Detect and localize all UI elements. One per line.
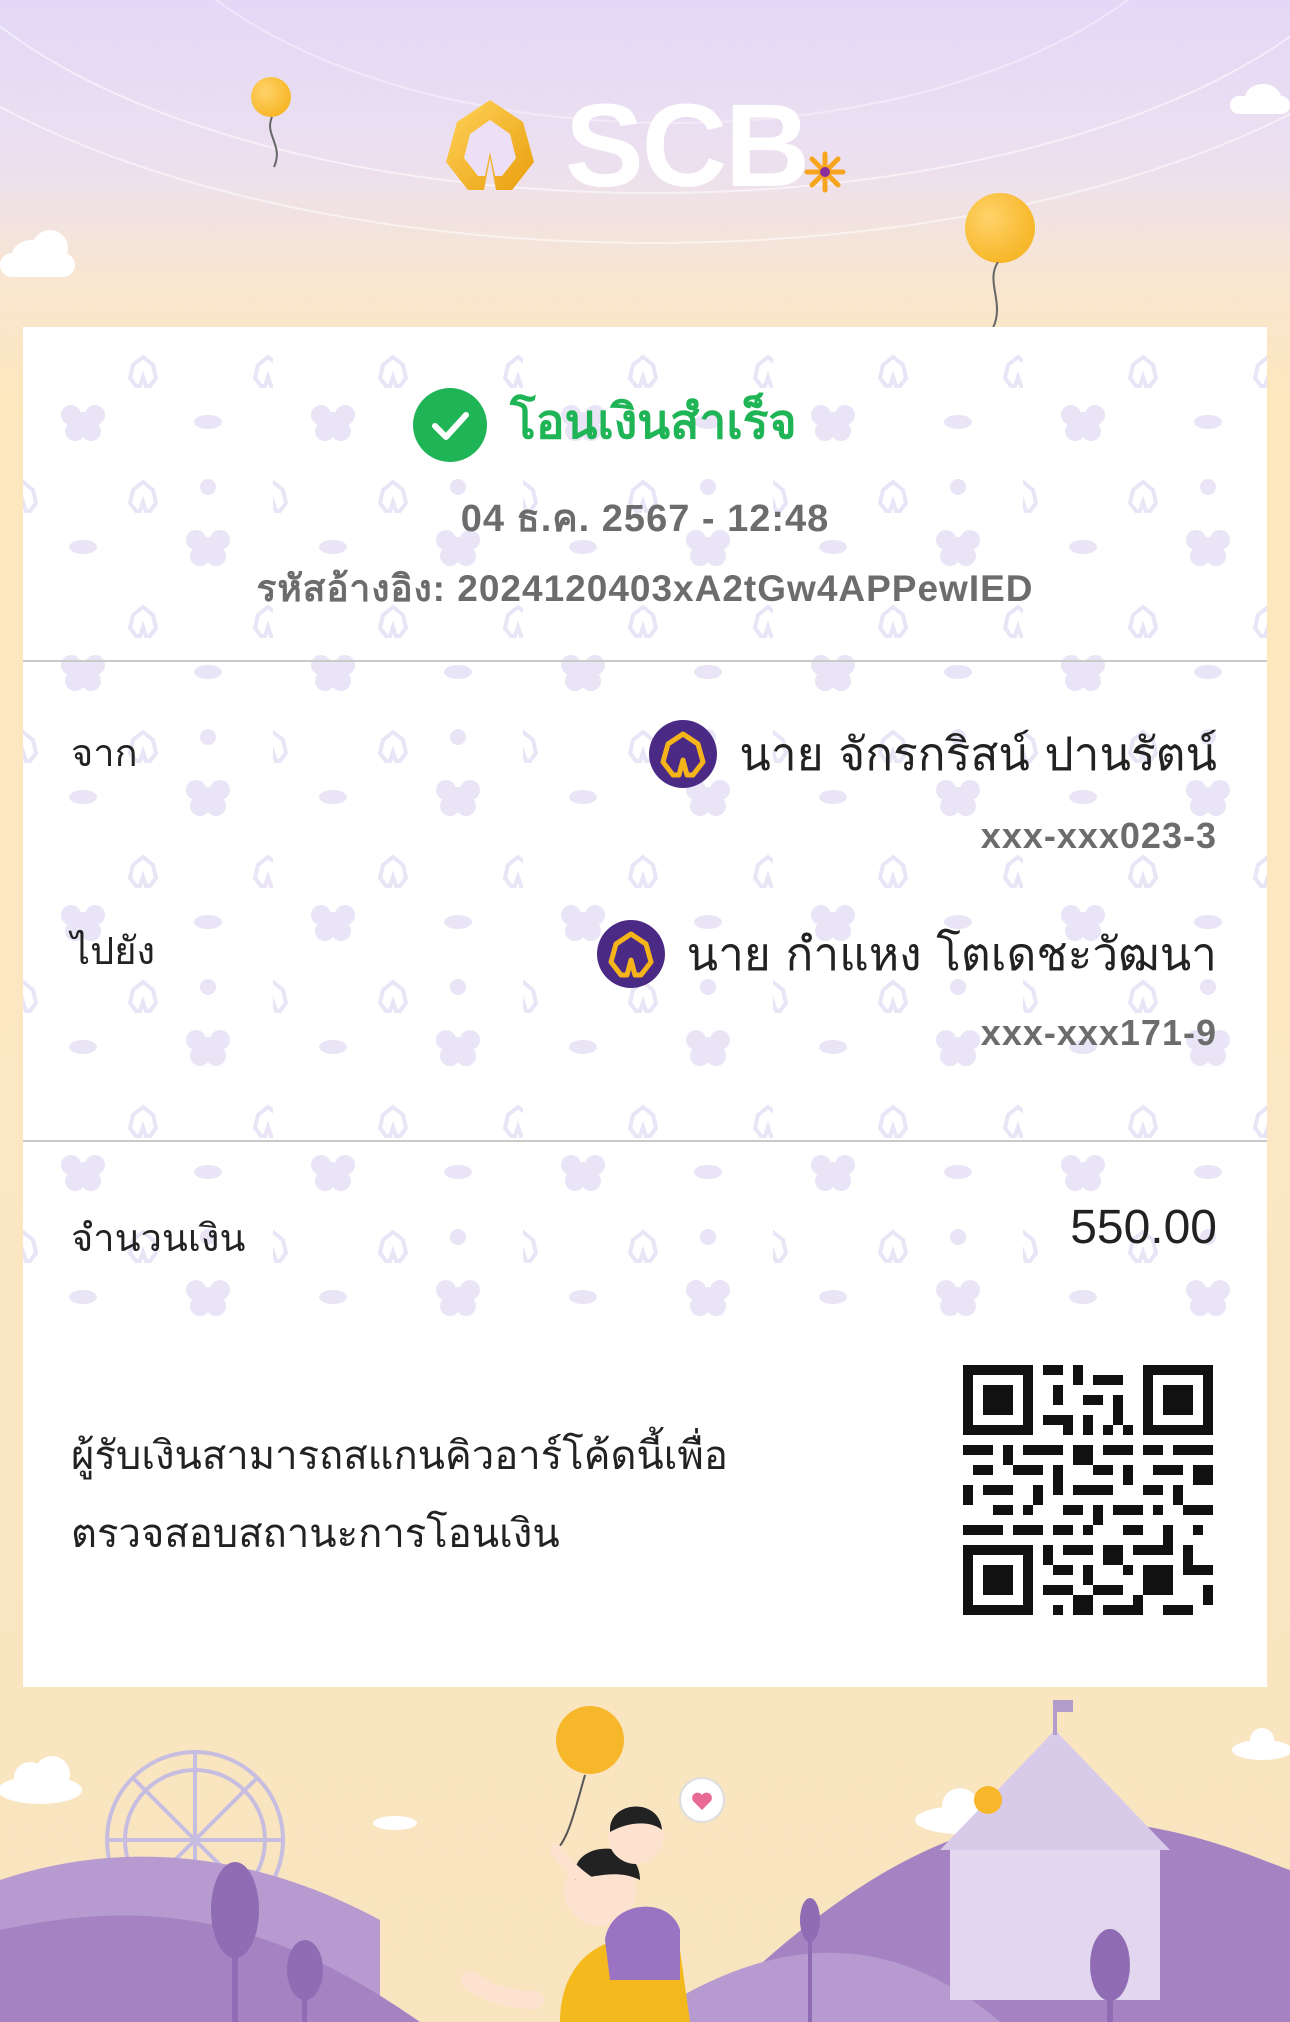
status-text: โอนเงินสำเร็จ — [510, 394, 797, 450]
header-decoration: SCB — [0, 0, 1290, 330]
reference-value: 2024120403xA2tGw4APPewIED — [457, 568, 1034, 609]
balloon-string — [992, 262, 999, 329]
brand-name: SCB — [565, 80, 810, 212]
balloon-icon — [965, 193, 1035, 263]
qr-instruction: ผู้รับเงินสามารถสแกนคิวอาร์โค้ดนี้เพื่อ … — [71, 1417, 851, 1573]
sparkle-icon — [804, 151, 846, 193]
balloon-icon — [251, 77, 291, 117]
scb-bank-icon — [596, 920, 665, 988]
check-circle-icon — [413, 388, 487, 462]
qr-instruction-line-2: ตรวจสอบสถานะการโอนเงิน — [71, 1511, 560, 1557]
reference-label: รหัสอ้างอิง: — [256, 568, 446, 609]
to-name: นาย กำแหง โตเดชะวัฒนา — [686, 926, 1217, 981]
from-account-number: xxx-xxx023-3 — [980, 815, 1217, 856]
from-name: นาย จักรกริสน์ ปานรัตน์ — [739, 726, 1217, 781]
qr-code[interactable] — [963, 1365, 1213, 1615]
divider — [23, 660, 1267, 662]
scb-logo: SCB — [440, 86, 860, 206]
balloon-string — [269, 116, 278, 168]
to-label: ไปยัง — [71, 929, 156, 973]
status-row: โอนเงินสำเร็จ — [23, 382, 1267, 462]
receipt-card: โอนเงินสำเร็จ 04 ธ.ค. 2567 - 12:48 รหัสอ… — [23, 327, 1267, 1687]
from-account-holder: นาย จักรกริสน์ ปานรัตน์ — [649, 717, 1217, 791]
qr-instruction-line-1: ผู้รับเงินสามารถสแกนคิวอาร์โค้ดนี้เพื่อ — [71, 1433, 728, 1479]
tent-icon — [940, 1700, 1170, 2000]
scb-bank-icon — [649, 720, 718, 788]
scb-logo-icon — [446, 100, 534, 190]
to-account-holder: นาย กำแหง โตเดชะวัฒนา — [596, 917, 1217, 991]
to-account-number: xxx-xxx171-9 — [980, 1012, 1217, 1053]
amount-value: 550.00 — [1070, 1201, 1217, 1254]
bottom-illustration — [0, 1680, 1290, 2022]
from-label: จาก — [71, 731, 138, 775]
transaction-datetime: 04 ธ.ค. 2567 - 12:48 — [460, 498, 830, 540]
reference-row: รหัสอ้างอิง: 2024120403xA2tGw4APPewIED — [23, 559, 1267, 618]
divider — [23, 1140, 1267, 1142]
amount-label: จำนวนเงิน — [71, 1216, 246, 1260]
